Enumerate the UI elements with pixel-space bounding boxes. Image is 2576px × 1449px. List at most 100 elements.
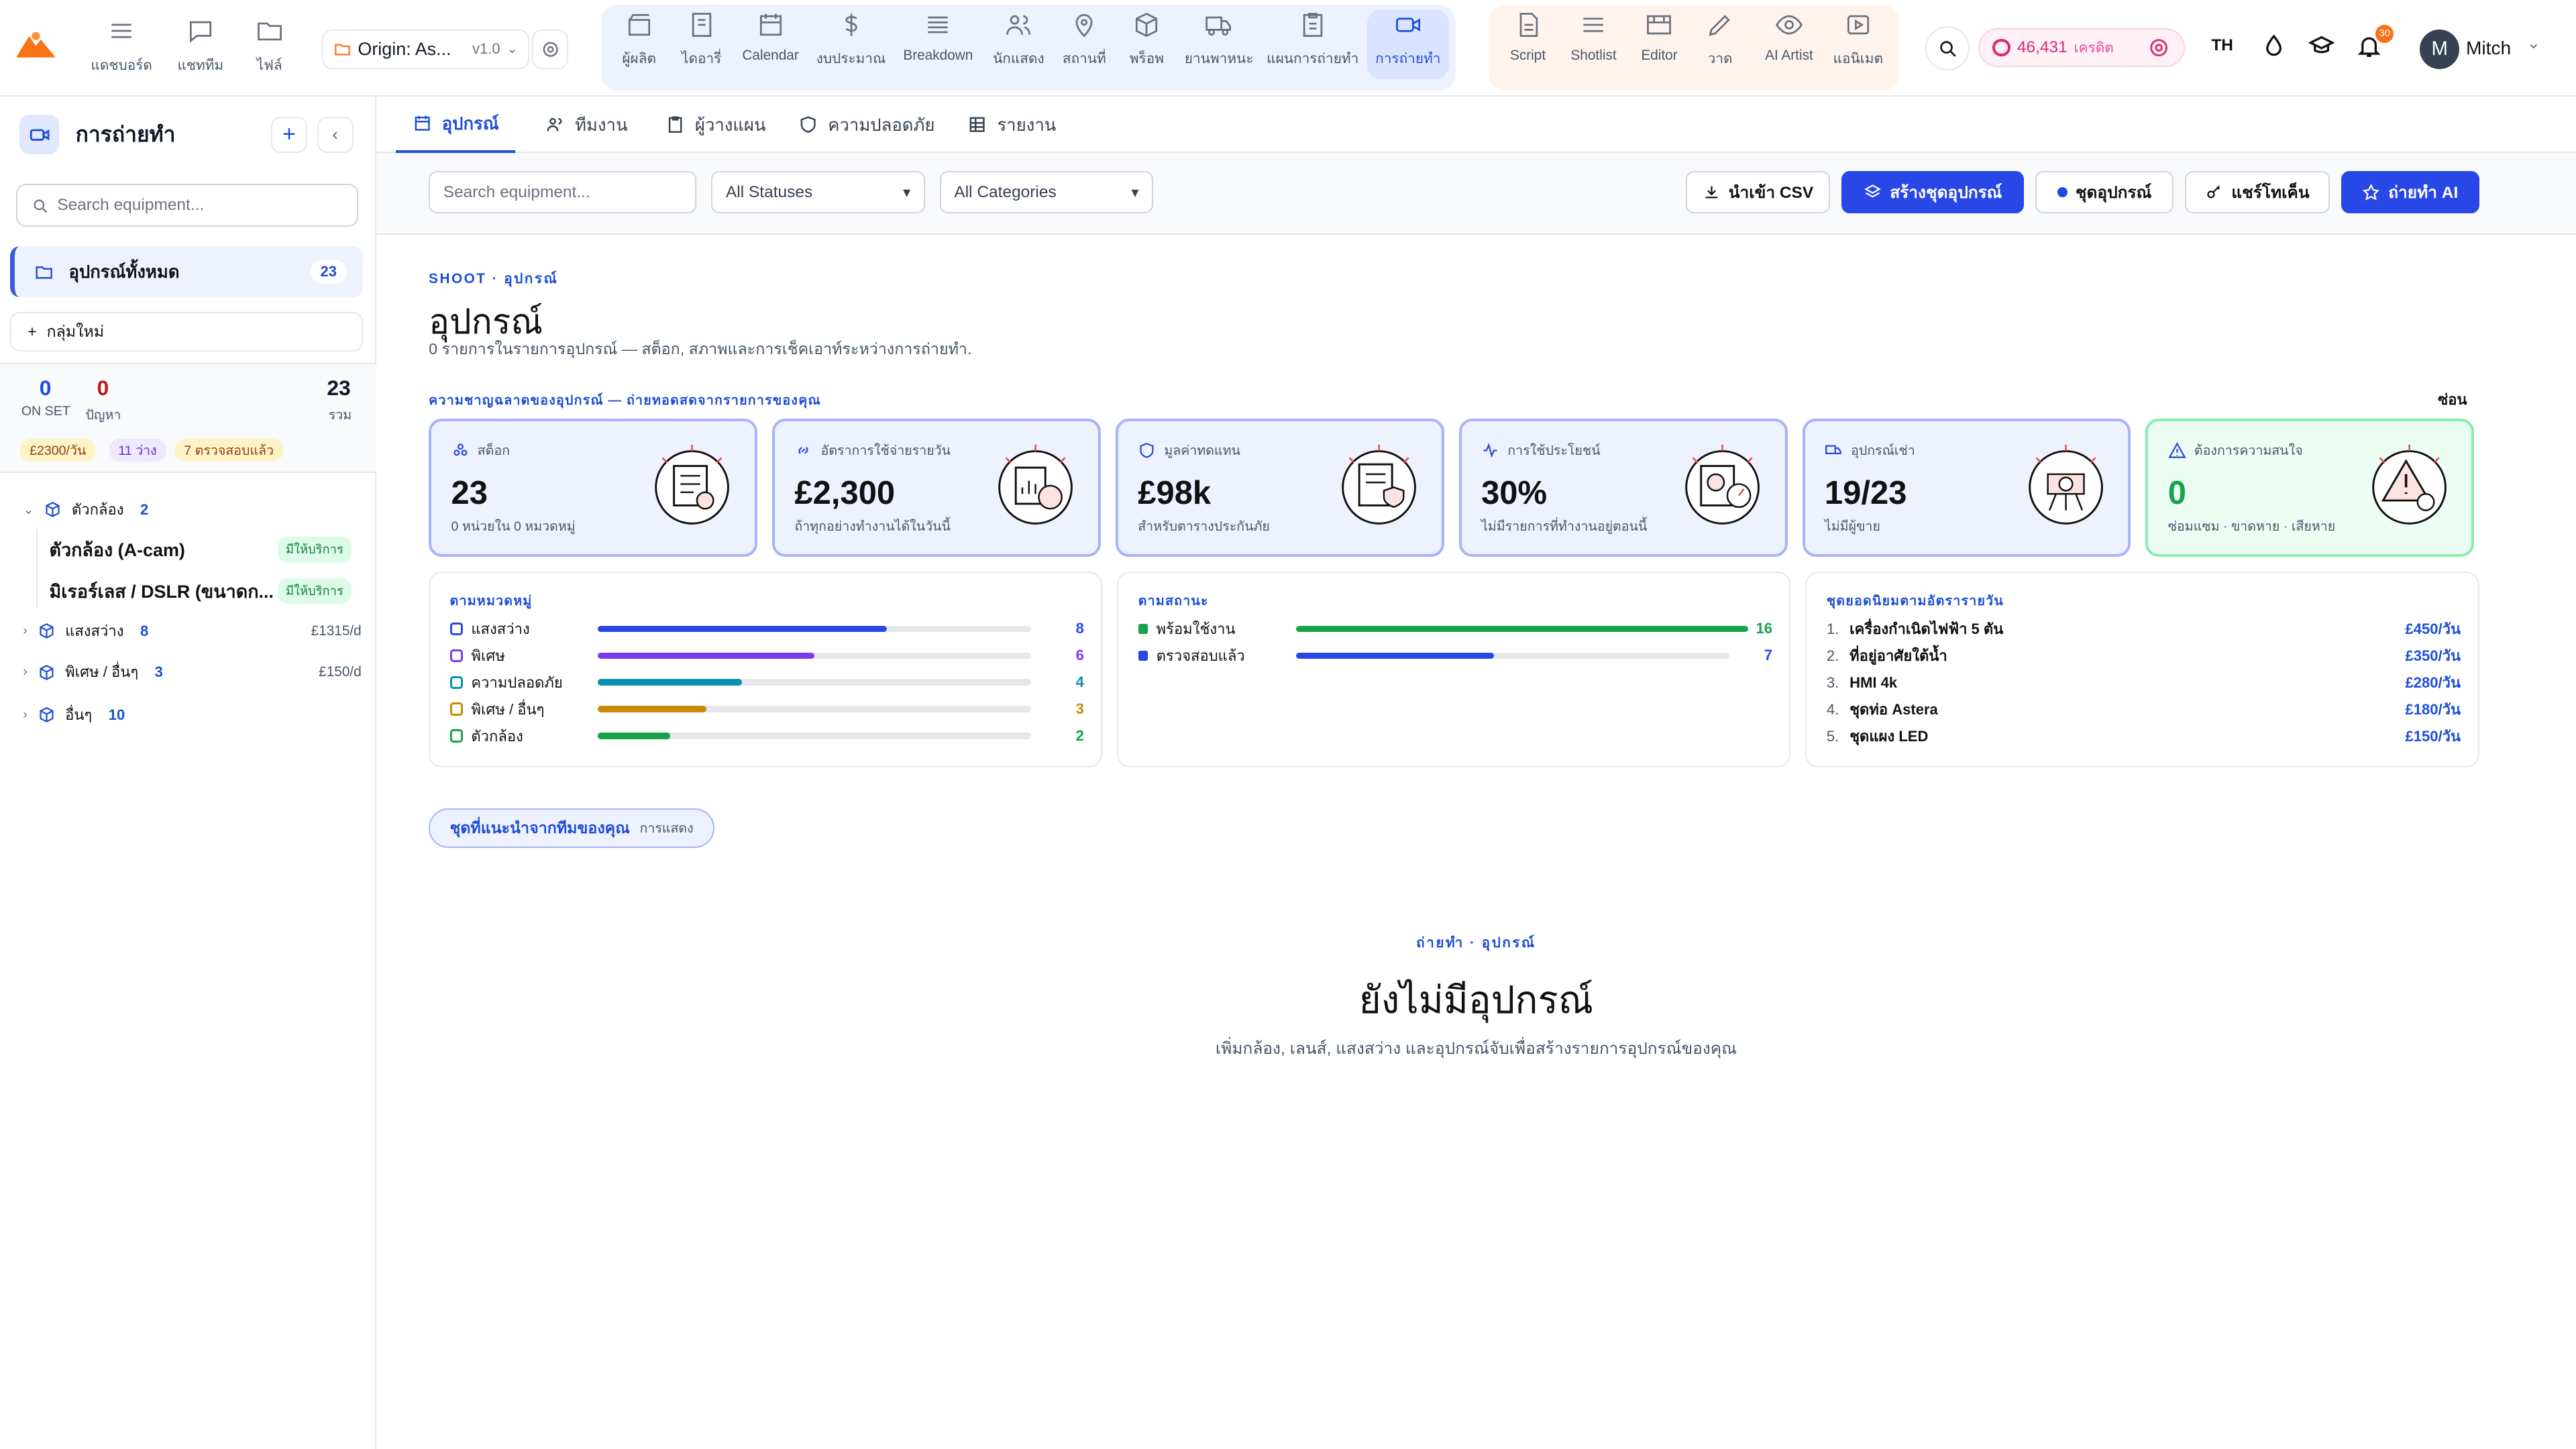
- cube-icon: [449, 676, 464, 690]
- nav-animate[interactable]: แอนิเมต: [1827, 10, 1889, 79]
- tree-group-other[interactable]: › อื่นๆ 10: [23, 703, 361, 727]
- nav-budget[interactable]: งบประมาณ: [812, 10, 891, 79]
- list-item[interactable]: 4. ชุดท่อ Astera £180/วัน: [1827, 698, 2461, 721]
- nav-diary[interactable]: ไดอารี่: [670, 10, 733, 79]
- nav-draw[interactable]: วาด: [1692, 10, 1748, 79]
- equipment-search-input[interactable]: Search equipment...: [429, 170, 697, 214]
- equipment-name: มิเรอร์เลส / DSLR (ขนาดก...: [49, 581, 274, 602]
- tree-group-label: แสงสว่าง: [65, 623, 124, 640]
- graduation-cap-icon[interactable]: [2308, 33, 2335, 59]
- nav-label: สถานที่: [1062, 51, 1106, 66]
- category-row[interactable]: แสงสว่าง 8: [449, 617, 1084, 640]
- nav-props[interactable]: พร็อพ: [1117, 10, 1176, 79]
- nav-label: แผนการถ่ายทำ: [1267, 51, 1359, 66]
- category-row[interactable]: พิเศษ 6: [449, 644, 1084, 667]
- status-select[interactable]: All Statuses ▾: [711, 170, 925, 214]
- card-title: อุปกรณ์เช่า: [1825, 439, 1915, 461]
- nav-script[interactable]: Script: [1498, 10, 1557, 79]
- status-row[interactable]: พร้อมใช้งาน 16: [1138, 617, 1772, 640]
- nav-vehicles[interactable]: ยานพาหนะ: [1179, 10, 1258, 79]
- collapse-sidebar-button[interactable]: ‹: [317, 116, 354, 153]
- list-item[interactable]: 2. ที่อยู่อาศัยใต้น้ำ £350/วัน: [1827, 644, 2461, 667]
- kits-button[interactable]: ชุดอุปกรณ์: [2035, 170, 2174, 214]
- nav-editor[interactable]: Editor: [1629, 10, 1688, 79]
- progress-track: [597, 652, 1032, 659]
- global-search-button[interactable]: [1925, 26, 1970, 71]
- project-selector[interactable]: Origin: As... v1.0 ⌄: [322, 30, 529, 69]
- app-logo-icon[interactable]: [16, 30, 56, 59]
- tab-safety[interactable]: ความปลอดภัย: [798, 97, 934, 152]
- list-item[interactable]: 5. ชุดแผง LED £150/วัน: [1827, 724, 2461, 748]
- nav-team-chat[interactable]: แชททีม: [164, 16, 237, 76]
- nav-label: Breakdown: [903, 48, 973, 63]
- utilization-card: การใช้ประโยชน์ 30% ไม่มีรายการที่ทำงานอย…: [1458, 419, 1788, 557]
- category-row[interactable]: ตัวกล้อง 2: [449, 724, 1084, 747]
- credits-label: เครดิต: [2074, 40, 2114, 56]
- nav-shoot-plan[interactable]: แผนการถ่ายทำ: [1265, 10, 1360, 79]
- daily-rate-card: อัตราการใช้จ่ายรายวัน £2,300 ถ้าทุกอย่าง…: [772, 419, 1101, 557]
- category-count: 3: [1075, 700, 1084, 718]
- tree-group-special-other[interactable]: › พิเศษ / อื่นๆ 3 £150/d: [23, 660, 361, 684]
- category-select[interactable]: All Categories ▾: [939, 170, 1154, 214]
- nav-shoot[interactable]: การถ่ายทำ: [1366, 9, 1449, 79]
- play-icon: [1847, 15, 1869, 34]
- sidebar-item-all-equipment[interactable]: อุปกรณ์ทั้งหมด 23: [9, 246, 364, 298]
- tab-equipment[interactable]: อุปกรณ์: [396, 97, 516, 153]
- camera-icon: [449, 729, 464, 743]
- nav-dashboard[interactable]: แดชบอร์ด: [85, 16, 158, 76]
- hide-insights-button[interactable]: ซ่อน: [2438, 388, 2467, 411]
- nav-ai-artist[interactable]: AI Artist: [1752, 10, 1827, 79]
- suggested-kits-button[interactable]: ชุดที่แนะนำจากทีมของคุณ การแสดง: [429, 808, 715, 848]
- nav-cast[interactable]: นักแสดง: [985, 10, 1051, 79]
- layers-icon: [928, 16, 949, 34]
- credits-badge[interactable]: 46,431 เครดิต: [1978, 28, 2186, 68]
- category-label: พิเศษ: [449, 644, 592, 667]
- project-settings-button[interactable]: [532, 30, 569, 69]
- list-item[interactable]: มิเรอร์เลส / DSLR (ขนาดก... มีให้บริการ: [49, 577, 352, 606]
- card-title-text: อัตราการใช้จ่ายรายวัน: [820, 443, 951, 459]
- tree-group-lighting[interactable]: › แสงสว่าง 8 £1315/d: [23, 619, 361, 643]
- list-item[interactable]: 1. เครื่องกำเนิดไฟฟ้า 5 ตัน £450/วัน: [1827, 617, 2461, 641]
- kit-rank: 3.: [1826, 674, 1839, 691]
- nav-shotlist[interactable]: Shotlist: [1561, 10, 1627, 79]
- user-name[interactable]: Mitch: [2466, 38, 2511, 59]
- tab-planner[interactable]: ผู้วางแผน: [665, 97, 766, 152]
- folder-icon: [334, 44, 350, 56]
- insights-title: ความชาญฉลาดของอุปกรณ์ — ถ่ายทอดสดจากรายก…: [429, 393, 821, 409]
- avatar[interactable]: M: [2420, 30, 2460, 69]
- add-button[interactable]: +: [271, 116, 307, 153]
- card-title-text: ต้องการความสนใจ: [2194, 443, 2303, 459]
- new-group-label: กลุ่มใหม่: [46, 323, 105, 341]
- category-row[interactable]: ความปลอดภัย 4: [449, 671, 1084, 694]
- sidebar-search-input[interactable]: Search equipment...: [16, 184, 358, 227]
- ai-shoot-button[interactable]: ถ่ายทำ AI: [2341, 170, 2479, 214]
- card-subtext: ไม่มีรายการที่ทำงานอยู่ตอนนี้: [1481, 519, 1648, 535]
- category-row[interactable]: พิเศษ / อื่นๆ 3: [449, 698, 1084, 720]
- share-token-button[interactable]: แชร์โทเค็น: [2185, 170, 2330, 214]
- cube-icon: [39, 664, 54, 680]
- tab-reports[interactable]: รายงาน: [967, 97, 1056, 152]
- credits-value: 46,431: [2017, 38, 2068, 56]
- needs-attention-card: ต้องการความสนใจ 0 ซ่อมแซม · ขาดหาย · เสี…: [2145, 419, 2475, 557]
- tree-group-camera[interactable]: ⌄ ตัวกล้อง 2: [23, 498, 361, 521]
- card-subtext: ไม่มีผู้ขาย: [1824, 519, 1880, 535]
- import-csv-button[interactable]: นำเข้า CSV: [1685, 170, 1831, 214]
- create-kit-button[interactable]: สร้างชุดอุปกรณ์: [1841, 170, 2025, 214]
- language-toggle[interactable]: TH: [2211, 36, 2233, 55]
- status-row[interactable]: ตรวจสอบแล้ว 7: [1138, 644, 1772, 667]
- nav-calendar[interactable]: Calendar: [733, 10, 808, 79]
- nav-breakdown[interactable]: Breakdown: [897, 10, 979, 79]
- project-name: Origin: As...: [358, 38, 451, 59]
- droplet-icon[interactable]: [2261, 33, 2287, 59]
- nav-label: พร็อพ: [1129, 51, 1164, 66]
- nav-locations[interactable]: สถานที่: [1055, 10, 1114, 79]
- nav-files[interactable]: ไฟล์: [233, 16, 306, 76]
- tab-crew[interactable]: ทีมงาน: [545, 97, 628, 152]
- nav-label: แอนิเมต: [1833, 51, 1884, 66]
- list-item[interactable]: 3. HMI 4k £280/วัน: [1827, 671, 2461, 694]
- chevron-down-icon[interactable]: ⌄: [2527, 33, 2541, 53]
- nav-producer[interactable]: ผู้ผลิต: [608, 10, 670, 79]
- new-group-button[interactable]: + กลุ่มใหม่: [9, 312, 364, 352]
- list-item[interactable]: ตัวกล้อง (A-cam) มีให้บริการ: [49, 535, 352, 564]
- progress-fill: [597, 679, 743, 686]
